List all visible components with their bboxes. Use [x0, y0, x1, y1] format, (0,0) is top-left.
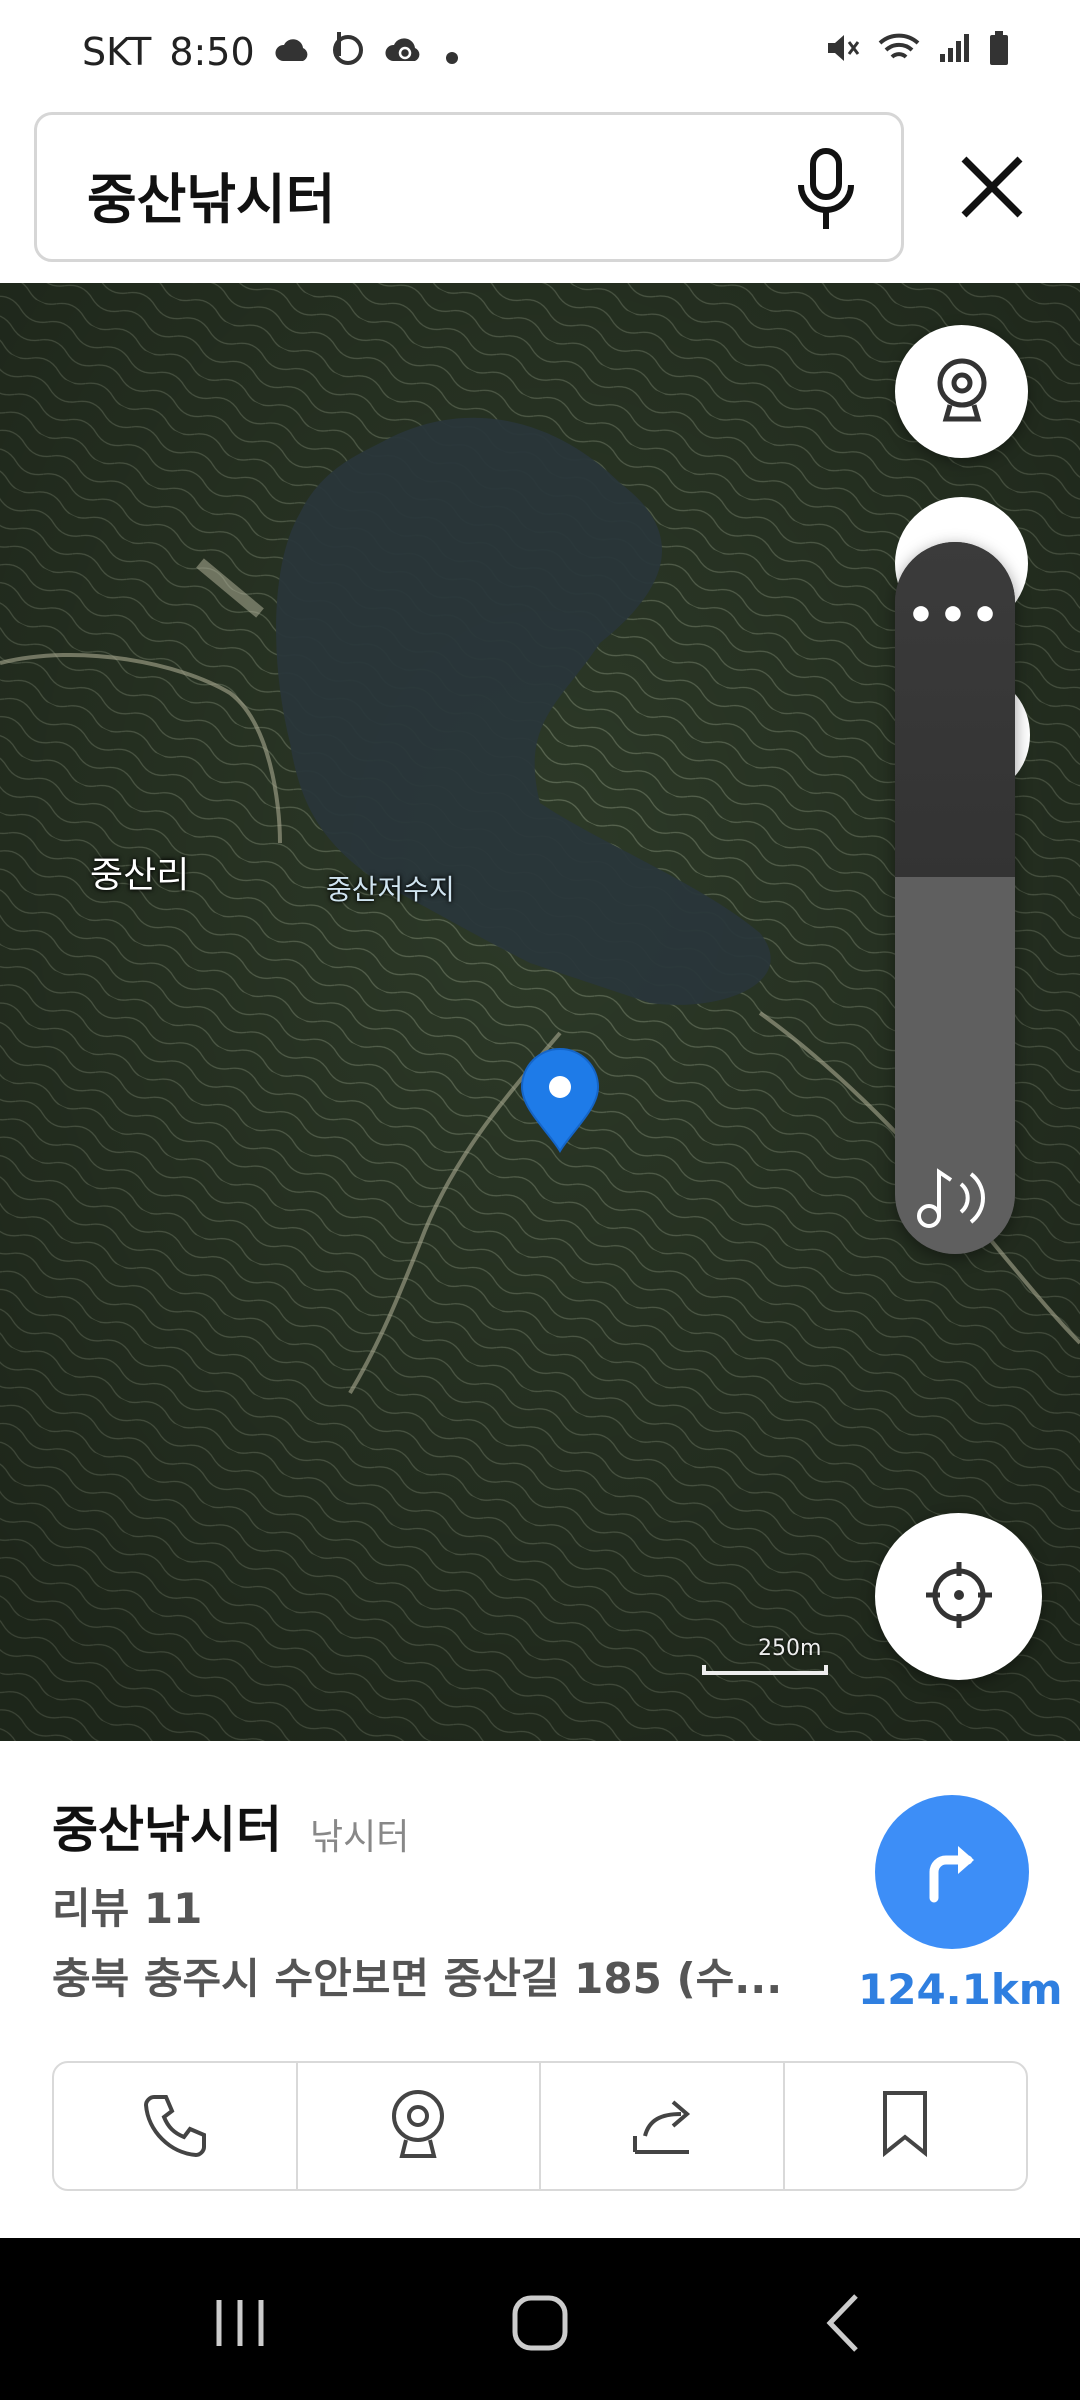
cctv-view-button[interactable] [298, 2063, 541, 2189]
map-label-reservoir: 중산저수지 [326, 873, 455, 906]
more-options-button[interactable]: ••• [895, 590, 1015, 641]
cloud-icon [273, 30, 313, 74]
recent-apps-icon[interactable] [205, 2288, 275, 2358]
status-bar: SKT 8:50 [0, 0, 1080, 105]
system-nav-bar [0, 2238, 1080, 2400]
cloud-sync-icon [383, 30, 427, 74]
phone-icon [140, 2089, 210, 2163]
battery-icon [988, 30, 1010, 70]
place-name[interactable]: 중산낚시터 [52, 1790, 282, 1862]
distance-label: 124.1km [858, 1965, 1063, 2014]
share-button[interactable] [541, 2063, 785, 2189]
save-button[interactable] [785, 2063, 1027, 2189]
carrier-label: SKT [82, 29, 152, 74]
close-icon[interactable] [950, 145, 1034, 229]
review-count[interactable]: 리뷰 11 [52, 1875, 202, 1936]
wifi-icon [878, 31, 920, 69]
microphone-icon[interactable] [791, 145, 861, 235]
map-scale-bar [700, 1641, 830, 1681]
music-sound-icon[interactable] [911, 1162, 1001, 1232]
dot-icon [445, 30, 459, 74]
status-left: SKT 8:50 [82, 28, 459, 75]
cctv-button[interactable] [895, 325, 1028, 458]
my-location-button[interactable] [875, 1513, 1042, 1680]
home-icon[interactable] [505, 2288, 575, 2358]
turn-right-arrow-icon [912, 1830, 992, 1914]
location-pin-icon[interactable] [518, 1045, 602, 1155]
search-input[interactable]: 중산낚시터 [87, 155, 335, 234]
b-icon [331, 28, 365, 75]
search-bar[interactable]: 중산낚시터 [34, 112, 904, 262]
action-bar [52, 2061, 1028, 2191]
crosshair-icon [924, 1560, 994, 1634]
call-button[interactable] [54, 2063, 298, 2189]
bookmark-icon [877, 2089, 933, 2163]
back-icon[interactable] [810, 2288, 880, 2358]
time-label: 8:50 [169, 29, 255, 74]
directions-button[interactable] [875, 1795, 1029, 1949]
volume-panel[interactable]: ••• [895, 542, 1015, 1254]
signal-icon [938, 32, 970, 68]
place-category: 낚시터 [310, 1817, 410, 1858]
status-right [824, 30, 1010, 70]
place-address: 충북 충주시 수안보면 중산길 185 (수... [52, 1954, 783, 2003]
map-label-village: 중산리 [90, 855, 190, 896]
mute-icon [824, 30, 860, 70]
cctv-icon [386, 2086, 450, 2166]
cctv-icon [930, 355, 994, 429]
share-icon [627, 2092, 697, 2160]
